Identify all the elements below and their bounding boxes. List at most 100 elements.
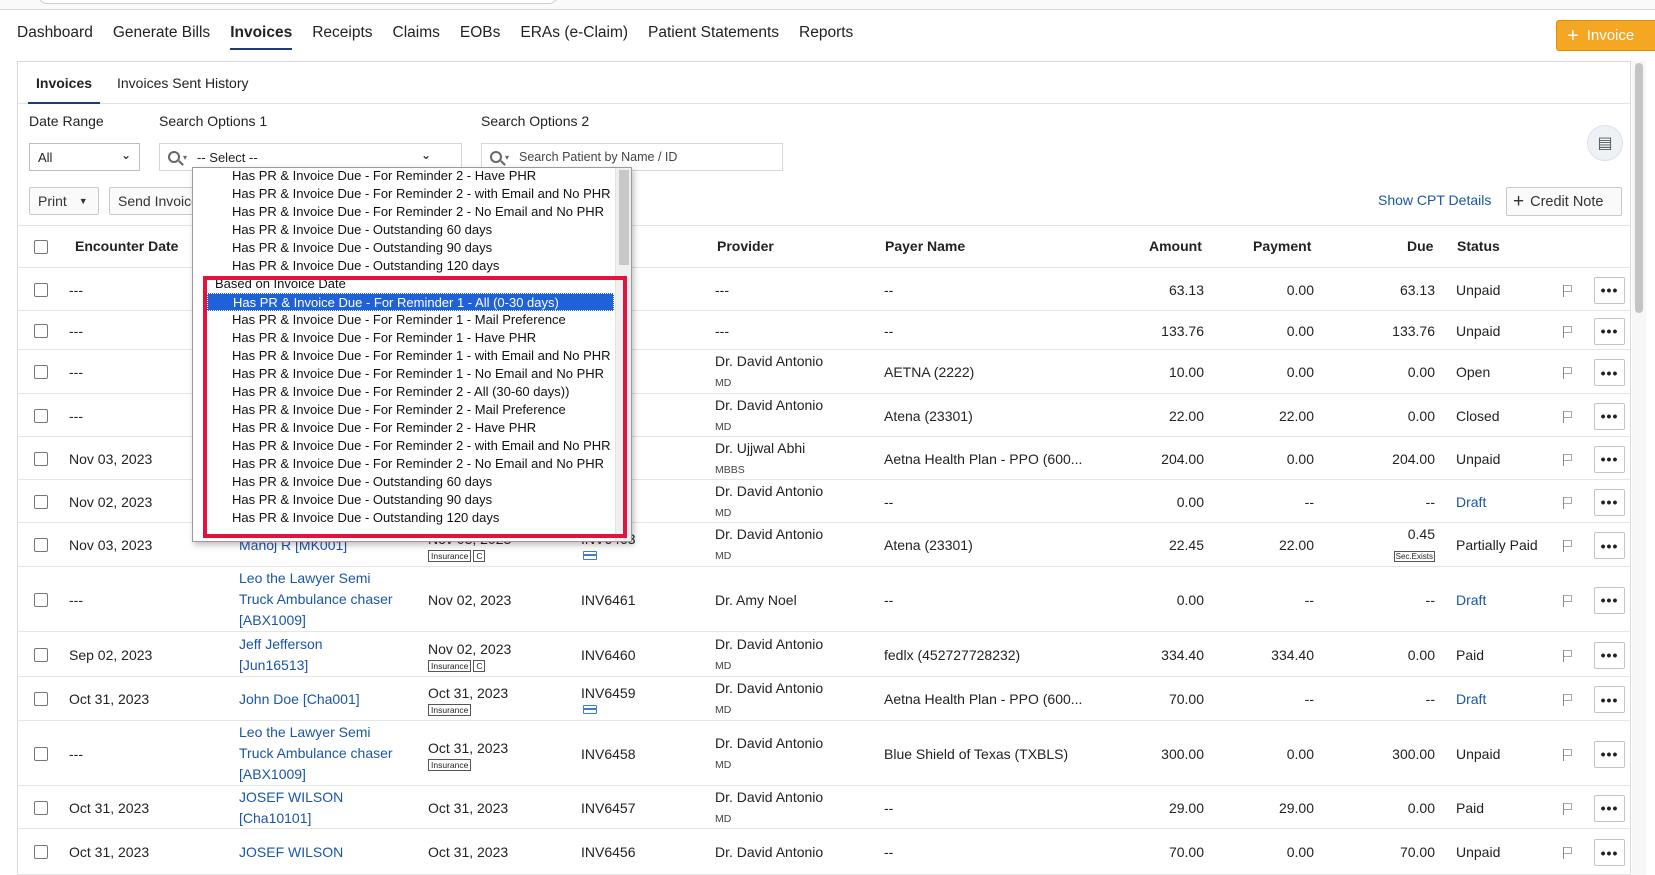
table-row[interactable]: --- Leo the Lawyer Semi Truck Ambulance ch… [17,721,1631,786]
dropdown-option[interactable]: Has PR & Invoice Due - For Reminder 2 - … [193,185,614,203]
date-range-select[interactable]: All ⌄ [29,143,140,171]
invoice-number[interactable]: INV6461 [581,589,635,611]
nav-item-patient-statements[interactable]: Patient Statements [648,20,779,46]
header-provider[interactable]: Provider [717,238,774,254]
more-actions-button[interactable]: ••• [1594,586,1625,614]
page-scroll-thumb[interactable] [1635,63,1643,313]
credit-note-button[interactable]: + Credit Note [1506,187,1622,216]
table-row[interactable]: Oct 31, 2023 JOSEF WILSON Oct 31, 2023 INV6… [17,829,1631,875]
more-actions-button[interactable]: ••• [1594,402,1625,430]
patient-link[interactable]: Truck Ambulance chaser [239,589,393,610]
invoice-number[interactable]: INV6459 [581,682,635,704]
invoice-number[interactable]: INV6457 [581,797,635,819]
header-payment[interactable]: Payment [1253,238,1311,254]
dropdown-option[interactable]: Has PR & Invoice Due - For Reminder 2 - … [193,455,614,473]
row-checkbox[interactable] [34,845,48,859]
more-actions-button[interactable]: ••• [1594,641,1625,669]
patient-link[interactable]: JOSEF WILSON [239,841,343,863]
flag-icon[interactable] [1563,410,1573,423]
dropdown-option[interactable]: Has PR & Invoice Due - Outstanding 120 d… [193,257,614,275]
patient-link[interactable]: Leo the Lawyer Semi [239,568,371,589]
status-badge[interactable]: Draft [1456,688,1486,710]
more-actions-button[interactable]: ••• [1594,794,1625,822]
row-checkbox[interactable] [34,692,48,706]
page-scrollbar[interactable] [1632,61,1646,875]
dropdown-option[interactable]: Has PR & Invoice Due - For Reminder 1 - … [193,365,614,383]
invoice-number[interactable]: INV6458 [581,743,635,765]
patient-link[interactable]: John Doe [Cha001] [239,688,360,710]
patient-link[interactable]: JOSEF WILSON [239,787,343,808]
send-invoice-button[interactable]: Send Invoice [109,187,201,215]
dropdown-option[interactable]: Has PR & Invoice Due - Outstanding 60 da… [193,473,614,491]
nav-item-reports[interactable]: Reports [799,20,853,46]
flag-icon[interactable] [1563,649,1573,662]
flag-icon[interactable] [1563,496,1573,509]
patient-link[interactable]: [ABX1009] [239,610,306,631]
table-row[interactable]: Oct 31, 2023 JOSEF WILSON [Cha10101] Oct 31… [17,786,1631,829]
flag-icon[interactable] [1563,284,1573,297]
dropdown-option[interactable]: Has PR & Invoice Due - Outstanding 60 da… [193,221,614,239]
select-all-checkbox[interactable] [34,240,48,254]
dropdown-scrollbar[interactable] [615,168,631,541]
print-button[interactable]: Print ▼ [29,187,99,215]
dropdown-scroll-thumb[interactable] [619,170,629,265]
nav-item-receipts[interactable]: Receipts [312,20,372,46]
row-checkbox[interactable] [34,538,48,552]
nav-item-dashboard[interactable]: Dashboard [17,20,93,46]
flag-icon[interactable] [1563,367,1573,379]
more-actions-button[interactable]: ••• [1594,686,1625,713]
nav-item-invoices[interactable]: Invoices [230,20,293,50]
more-actions-button[interactable]: ••• [1594,839,1625,866]
more-actions-button[interactable]: ••• [1594,359,1625,386]
more-actions-button[interactable]: ••• [1594,488,1625,516]
table-row[interactable]: --- Leo the Lawyer Semi Truck Ambulance ch… [17,567,1631,632]
nav-item-claims[interactable]: Claims [393,20,440,46]
status-badge[interactable]: Draft [1456,491,1486,513]
row-checkbox[interactable] [34,282,48,297]
dropdown-option[interactable]: Has PR & Invoice Due - For Reminder 1 - … [193,329,614,347]
dropdown-option[interactable]: Has PR & Invoice Due - For Reminder 2 - … [193,419,614,437]
more-actions-button[interactable]: ••• [1594,532,1625,559]
row-checkbox[interactable] [34,365,48,379]
table-row[interactable]: Oct 31, 2023 John Doe [Cha001] Oct 31, 202… [17,677,1631,721]
row-checkbox[interactable] [34,451,48,466]
search-options-1-dropdown[interactable]: Has PR & Invoice Due - For Reminder 2 - … [192,167,632,542]
row-checkbox[interactable] [34,494,48,509]
header-amount[interactable]: Amount [1149,238,1202,254]
flag-icon[interactable] [1563,847,1573,859]
nav-item-eobs[interactable]: EOBs [460,20,500,46]
patient-link[interactable]: [Jun16513] [239,655,308,676]
header-payer-name[interactable]: Payer Name [885,238,965,254]
flag-icon[interactable] [1563,694,1573,706]
header-due[interactable]: Due [1407,238,1433,254]
row-checkbox[interactable] [34,592,48,607]
flag-icon[interactable] [1563,540,1573,552]
row-checkbox[interactable] [34,800,48,815]
header-status[interactable]: Status [1457,238,1500,254]
more-actions-button[interactable]: ••• [1594,276,1625,304]
show-cpt-details-link[interactable]: Show CPT Details [1378,192,1491,208]
document-view-icon[interactable]: ▤ [1587,125,1623,161]
status-badge[interactable]: Draft [1456,589,1486,611]
nav-item-generate-bills[interactable]: Generate Bills [113,20,210,46]
row-checkbox[interactable] [34,323,48,338]
row-checkbox[interactable] [34,647,48,662]
row-checkbox[interactable] [34,408,48,423]
tab-invoices[interactable]: Invoices [27,70,101,104]
flag-icon[interactable] [1563,802,1573,815]
flag-icon[interactable] [1563,325,1573,338]
dropdown-option[interactable]: Has PR & Invoice Due - Outstanding 90 da… [193,239,614,257]
invoice-number[interactable]: INV6456 [581,841,635,863]
new-invoice-button[interactable]: + Invoice [1556,20,1655,51]
patient-link[interactable]: [ABX1009] [239,764,306,785]
dropdown-option[interactable]: Has PR & Invoice Due - Outstanding 90 da… [193,491,614,509]
dropdown-option[interactable]: Has PR & Invoice Due - For Reminder 2 - … [193,168,614,185]
more-actions-button[interactable]: ••• [1594,445,1625,473]
dropdown-option[interactable]: Has PR & Invoice Due - For Reminder 1 - … [193,347,614,365]
tab-invoices-sent-history[interactable]: Invoices Sent History [117,70,249,96]
row-checkbox[interactable] [34,746,48,761]
more-actions-button[interactable]: ••• [1594,317,1625,345]
patient-link[interactable]: Jeff Jefferson [239,634,323,655]
invoice-number[interactable]: INV6460 [581,644,635,666]
patient-link[interactable]: Truck Ambulance chaser [239,743,393,764]
